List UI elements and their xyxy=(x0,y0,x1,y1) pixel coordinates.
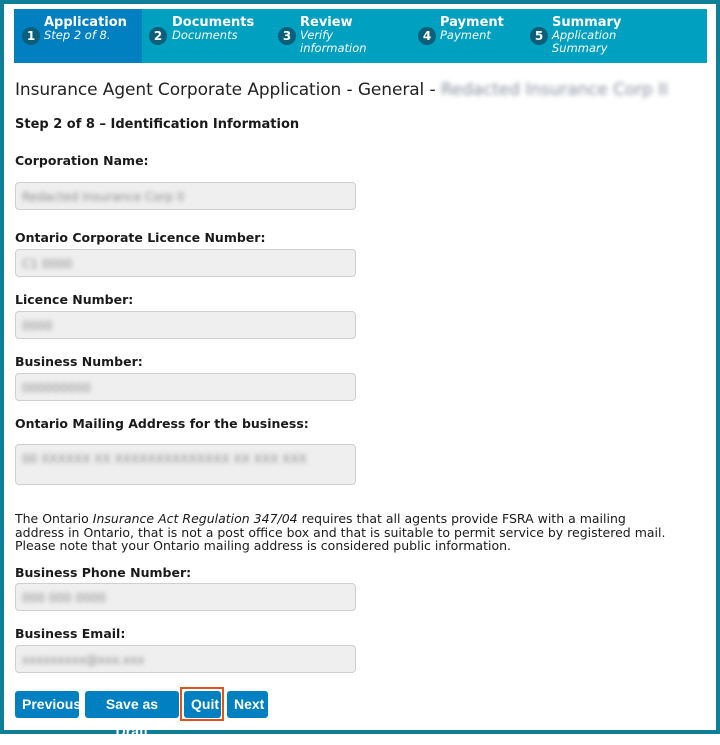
field-value: 0000 xyxy=(22,319,53,333)
field-value: 00 XXXXXX XX XXXXXXXXXXXXXX XX XXX XXX xyxy=(22,452,307,466)
step-subtitle: Application Summary xyxy=(552,28,617,55)
step-subtitle: Verify information xyxy=(300,28,367,55)
business-number-label: Business Number: xyxy=(15,354,143,369)
mailing-address-field[interactable]: 00 XXXXXX XX XXXXXXXXXXXXXX XX XXX XXX xyxy=(15,444,356,485)
email-label: Business Email: xyxy=(15,626,126,641)
field-value: C1 0000 xyxy=(22,257,73,271)
field-value: xxxxxxxxx@xxx.xxx xyxy=(22,653,145,667)
phone-field[interactable]: 000 000 0000 xyxy=(15,583,356,611)
quit-button[interactable]: Quit xyxy=(184,691,221,718)
page-title: Insurance Agent Corporate Application - … xyxy=(15,80,668,100)
step-summary[interactable]: 5 Summary Application Summary xyxy=(522,9,707,63)
step-number-badge: 3 xyxy=(278,27,296,45)
corporation-name-label: Corporation Name: xyxy=(15,153,149,168)
save-as-draft-button[interactable]: Save as Draft xyxy=(85,691,179,739)
field-value: 000000000 xyxy=(22,381,91,395)
email-field[interactable]: xxxxxxxxx@xxx.xxx xyxy=(15,645,356,673)
corporation-name-field[interactable]: Redacted Insurance Corp II xyxy=(15,182,356,210)
field-value: 000 000 0000 xyxy=(22,591,106,605)
step-payment[interactable]: 4 Payment Payment xyxy=(410,9,522,63)
step-application[interactable]: 1 Application Step 2 of 8. xyxy=(14,9,142,63)
business-number-field[interactable]: 000000000 xyxy=(15,373,356,401)
step-subtitle: Step 2 of 8. xyxy=(44,28,111,42)
corporate-licence-label: Ontario Corporate Licence Number: xyxy=(15,230,266,245)
step-number-badge: 2 xyxy=(149,27,167,45)
licence-number-field[interactable]: 0000 xyxy=(15,311,356,339)
step-number-badge: 1 xyxy=(22,27,40,45)
progress-stepper: 1 Application Step 2 of 8. 2 Documents D… xyxy=(14,9,707,63)
corporate-licence-field[interactable]: C1 0000 xyxy=(15,249,356,277)
step-number-badge: 5 xyxy=(530,27,548,45)
previous-button[interactable]: Previous xyxy=(15,691,81,718)
step-number-badge: 4 xyxy=(418,27,436,45)
step-subtitle: Documents xyxy=(172,28,238,42)
licence-number-label: Licence Number: xyxy=(15,292,134,307)
mailing-address-notice: The Ontario Insurance Act Regulation 347… xyxy=(15,512,675,553)
step-documents[interactable]: 2 Documents Documents xyxy=(142,9,270,63)
page-title-text: Insurance Agent Corporate Application - … xyxy=(15,80,441,100)
mailing-address-label: Ontario Mailing Address for the business… xyxy=(15,416,309,431)
step-subtitle: Payment xyxy=(440,28,491,42)
phone-label: Business Phone Number: xyxy=(15,565,192,580)
next-button[interactable]: Next xyxy=(227,691,268,718)
corporation-name-redacted: Redacted Insurance Corp II xyxy=(440,80,668,100)
step-review[interactable]: 3 Review Verify information xyxy=(270,9,410,63)
field-value: Redacted Insurance Corp II xyxy=(22,190,185,204)
step-heading: Step 2 of 8 – Identification Information xyxy=(15,117,300,132)
